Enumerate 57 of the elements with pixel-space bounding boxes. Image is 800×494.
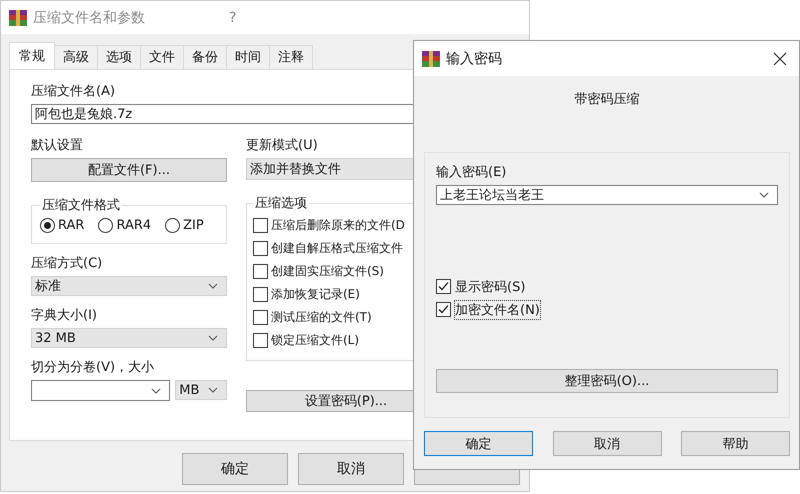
window-title: 输入密码 bbox=[446, 50, 502, 68]
radio-button[interactable] bbox=[165, 218, 180, 233]
checkbox-label: 创建固实压缩文件(S) bbox=[271, 263, 384, 280]
dropdown[interactable]: 标准 bbox=[31, 276, 227, 296]
radio-label: ZIP bbox=[183, 218, 204, 233]
checkbox-label: 测试压缩的文件(T) bbox=[271, 309, 372, 326]
stacked-books-icon bbox=[422, 50, 440, 66]
field-label: 输入密码(E) bbox=[436, 165, 508, 181]
tab[interactable]: 注释 bbox=[269, 45, 313, 69]
chevron-icon bbox=[208, 283, 218, 289]
checkbox[interactable] bbox=[253, 287, 268, 302]
radio-label: RAR4 bbox=[116, 218, 152, 233]
checkbox-label: 添加恢复记录(E) bbox=[271, 286, 360, 303]
window-title: 压缩文件名和参数 bbox=[33, 8, 145, 26]
dialog-button[interactable]: 确定 bbox=[182, 453, 288, 485]
checkbox-label: 压缩后删除原来的文件(D bbox=[271, 217, 405, 234]
help-button[interactable]: ? bbox=[229, 10, 236, 26]
chevron-icon bbox=[151, 388, 162, 394]
radio-button[interactable] bbox=[40, 218, 55, 233]
checkbox[interactable] bbox=[253, 218, 268, 233]
checkbox-label: 创建自解压格式压缩文件 bbox=[271, 240, 403, 257]
checkbox-label: 加密文件名(N) bbox=[455, 300, 540, 318]
group-title: 压缩文件格式 bbox=[41, 197, 121, 214]
close-icon[interactable] bbox=[773, 52, 787, 66]
tab[interactable]: 常规 bbox=[9, 42, 55, 69]
chevron-icon bbox=[208, 335, 218, 341]
radio-label: RAR bbox=[58, 218, 84, 233]
checkbox[interactable] bbox=[253, 241, 268, 256]
checkbox[interactable] bbox=[436, 302, 451, 317]
organize-passwords-button[interactable]: 整理密码(O)... bbox=[436, 369, 778, 393]
chevron-icon bbox=[208, 387, 218, 393]
dialog-button[interactable]: 取消 bbox=[298, 453, 404, 485]
field-label: 压缩文件名(A) bbox=[31, 84, 116, 100]
profiles-button[interactable]: 配置文件(F)... bbox=[31, 158, 227, 182]
password-field[interactable]: 上老王论坛当老王 bbox=[436, 185, 778, 205]
dialog-button[interactable]: 确定 bbox=[424, 431, 533, 456]
checkbox[interactable] bbox=[253, 264, 268, 279]
dialog-heading: 带密码压缩 bbox=[574, 91, 640, 108]
checkbox[interactable] bbox=[253, 333, 268, 348]
chevron-icon bbox=[759, 192, 769, 198]
field-label: 字典大小(I) bbox=[31, 308, 98, 324]
radio-button[interactable] bbox=[98, 218, 114, 233]
field-label: 切分为分卷(V)，大小 bbox=[31, 360, 156, 376]
field-label: 默认设置 bbox=[31, 138, 84, 154]
dropdown[interactable]: MB bbox=[175, 380, 227, 400]
checkbox[interactable] bbox=[436, 279, 451, 294]
dropdown[interactable]: 32 MB bbox=[31, 328, 227, 348]
dialog-button[interactable]: 取消 bbox=[552, 431, 662, 456]
checkbox[interactable] bbox=[253, 310, 268, 325]
stacked-books-icon bbox=[9, 10, 27, 26]
field-label: 压缩方式(C) bbox=[31, 256, 104, 272]
volume-size-field[interactable] bbox=[31, 380, 170, 401]
field-label: 更新模式(U) bbox=[246, 138, 319, 154]
group-title: 压缩选项 bbox=[254, 195, 308, 212]
checkbox-label: 显示密码(S) bbox=[455, 278, 526, 296]
dialog-button[interactable]: 帮助 bbox=[681, 431, 790, 456]
checkbox-label: 锁定压缩文件(L) bbox=[271, 332, 360, 349]
